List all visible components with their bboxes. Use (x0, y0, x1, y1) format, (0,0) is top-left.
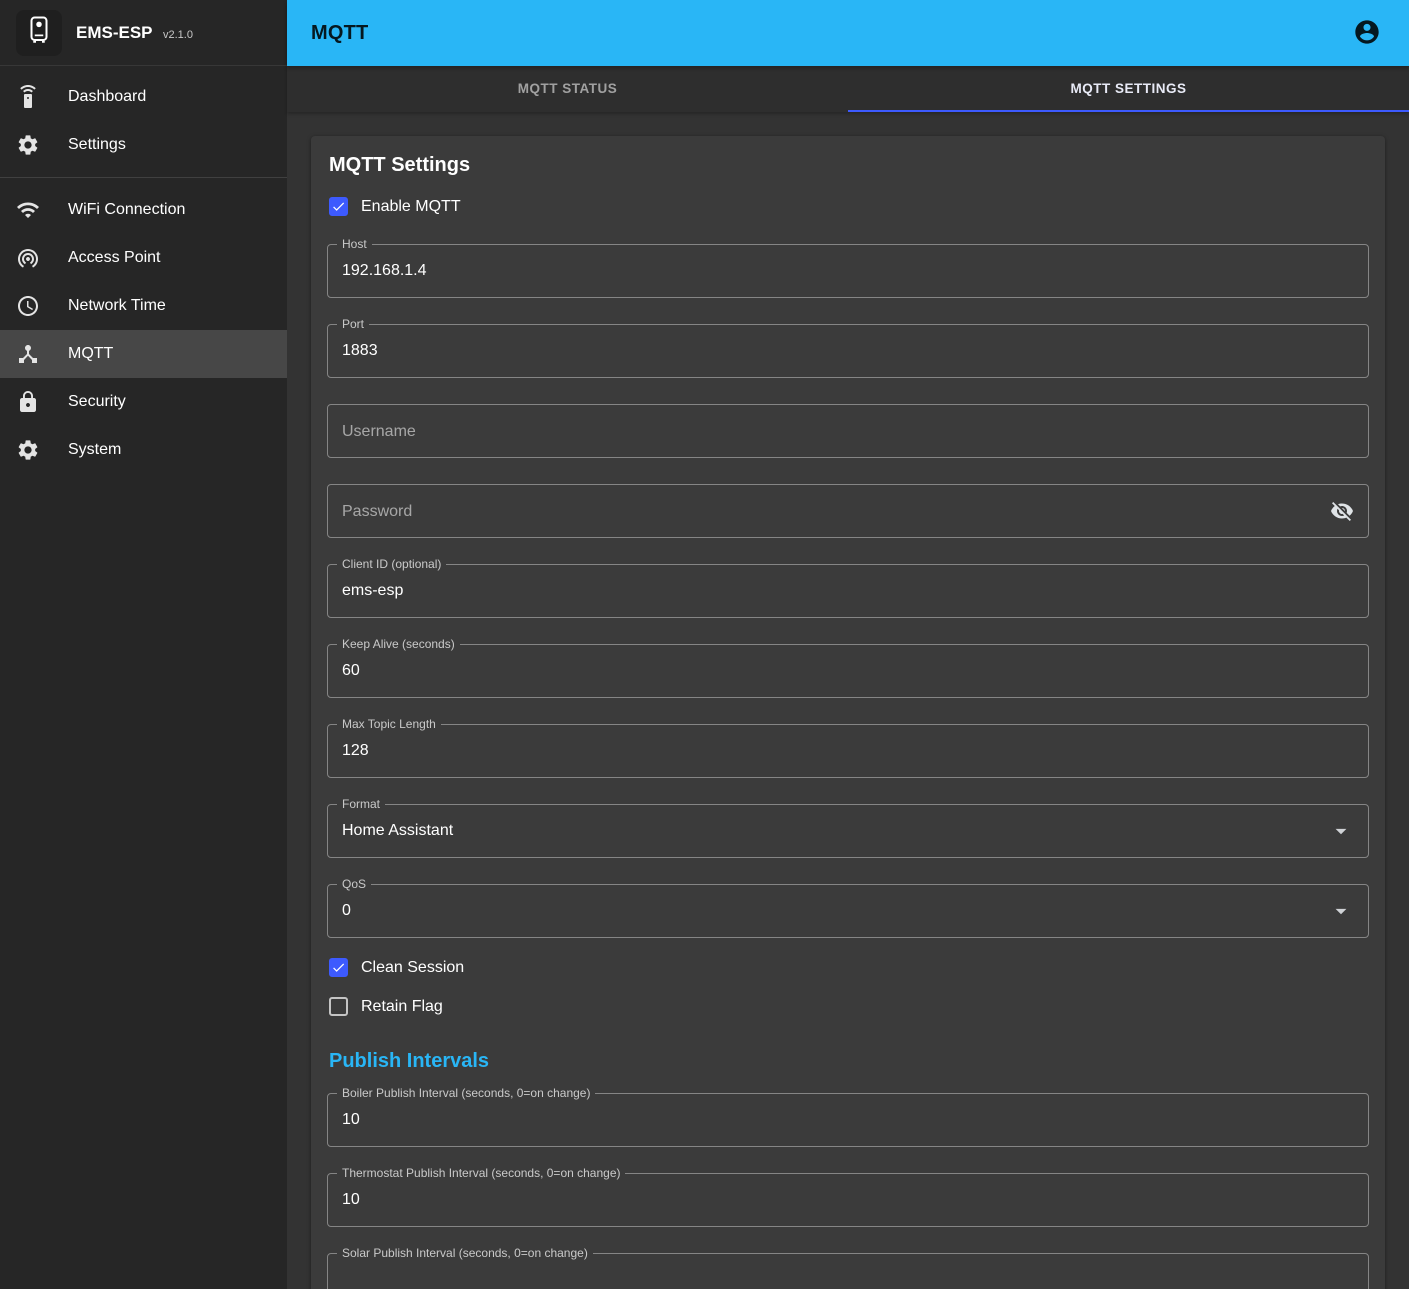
remote-icon (16, 85, 40, 109)
account-button[interactable] (1347, 13, 1387, 53)
device-hub-icon (16, 342, 40, 366)
sidebar-divider (0, 177, 287, 178)
checkbox-label: Enable MQTT (361, 198, 461, 216)
host-field[interactable]: Host 192.168.1.4 (327, 244, 1369, 298)
field-placeholder: Username (342, 424, 416, 439)
dropdown-arrow-icon (1328, 898, 1354, 924)
tab-mqtt-settings[interactable]: MQTT SETTINGS (848, 66, 1409, 112)
field-value: 192.168.1.4 (342, 262, 427, 280)
qos-select[interactable]: QoS 0 (327, 884, 1369, 938)
thermostat-publish-interval-field[interactable]: Thermostat Publish Interval (seconds, 0=… (327, 1173, 1369, 1227)
clock-icon (16, 294, 40, 318)
boiler-publish-interval-field[interactable]: Boiler Publish Interval (seconds, 0=on c… (327, 1093, 1369, 1147)
sidebar-item-settings[interactable]: Settings (0, 121, 287, 169)
keep-alive-field[interactable]: Keep Alive (seconds) 60 (327, 644, 1369, 698)
dropdown-arrow-icon (1328, 818, 1354, 844)
field-label: Keep Alive (seconds) (337, 637, 460, 652)
field-value: Home Assistant (342, 822, 453, 840)
publish-intervals-heading: Publish Intervals (329, 1050, 1369, 1073)
app-version: v2.1.0 (163, 29, 193, 41)
appbar: MQTT (287, 0, 1409, 66)
sidebar-item-network-time[interactable]: Network Time (0, 282, 287, 330)
field-label: Client ID (optional) (337, 557, 446, 572)
tab-mqtt-status[interactable]: MQTT STATUS (287, 66, 848, 112)
main-area: MQTT MQTT STATUS MQTT SETTINGS MQTT Sett… (287, 0, 1409, 1289)
field-value: 10 (342, 1191, 360, 1209)
sidebar-primary-list: Dashboard Settings (0, 66, 287, 176)
sidebar-item-dashboard[interactable]: Dashboard (0, 73, 287, 121)
field-value: ems-esp (342, 582, 403, 600)
visibility-off-icon[interactable] (1330, 499, 1354, 523)
field-value: 1883 (342, 342, 378, 360)
field-placeholder: Password (342, 504, 412, 519)
check-icon (329, 997, 348, 1016)
field-value: 10 (342, 1111, 360, 1129)
field-value: 0 (342, 902, 351, 920)
tabbar: MQTT STATUS MQTT SETTINGS (287, 66, 1409, 112)
field-value: 128 (342, 742, 369, 760)
checkbox-label: Retain Flag (361, 998, 443, 1016)
wifi-icon (16, 198, 40, 222)
sidebar-item-security[interactable]: Security (0, 378, 287, 426)
check-icon (329, 958, 348, 977)
checkbox-label: Clean Session (361, 959, 464, 977)
password-field[interactable]: Password (327, 484, 1369, 538)
gear-icon (16, 438, 40, 462)
format-select[interactable]: Format Home Assistant (327, 804, 1369, 858)
sidebar: EMS-ESP v2.1.0 Dashboard Settings (0, 0, 287, 1289)
content-area: MQTT Settings Enable MQTT Host 192.168.1… (287, 112, 1409, 1289)
port-field[interactable]: Port 1883 (327, 324, 1369, 378)
sidebar-item-label: Access Point (68, 249, 160, 267)
field-label: Host (337, 237, 372, 252)
field-label: Format (337, 797, 385, 812)
app-title-group: EMS-ESP v2.1.0 (76, 23, 193, 43)
retain-flag-checkbox[interactable]: Retain Flag (327, 989, 445, 1024)
field-label: Thermostat Publish Interval (seconds, 0=… (337, 1166, 625, 1181)
sidebar-item-label: Dashboard (68, 88, 146, 106)
account-circle-icon (1353, 18, 1381, 49)
ems-esp-app: EMS-ESP v2.1.0 Dashboard Settings (0, 0, 1409, 1289)
field-label: Max Topic Length (337, 717, 441, 732)
sidebar-item-label: Settings (68, 136, 126, 154)
username-field[interactable]: Username (327, 404, 1369, 458)
boiler-icon (24, 15, 54, 50)
card-title: MQTT Settings (329, 154, 1369, 177)
field-value: 60 (342, 662, 360, 680)
gear-icon (16, 133, 40, 157)
enable-mqtt-checkbox[interactable]: Enable MQTT (327, 189, 463, 224)
sidebar-item-access-point[interactable]: Access Point (0, 234, 287, 282)
check-icon (329, 197, 348, 216)
wifi-tethering-icon (16, 246, 40, 270)
sidebar-item-system[interactable]: System (0, 426, 287, 474)
client-id-field[interactable]: Client ID (optional) ems-esp (327, 564, 1369, 618)
sidebar-secondary-list: WiFi Connection Access Point Network Tim… (0, 179, 287, 481)
clean-session-checkbox[interactable]: Clean Session (327, 950, 466, 985)
sidebar-item-label: System (68, 441, 121, 459)
app-title: EMS-ESP (76, 23, 153, 42)
sidebar-item-mqtt[interactable]: MQTT (0, 330, 287, 378)
lock-icon (16, 390, 40, 414)
max-topic-length-field[interactable]: Max Topic Length 128 (327, 724, 1369, 778)
field-label: Boiler Publish Interval (seconds, 0=on c… (337, 1086, 595, 1101)
sidebar-item-label: MQTT (68, 345, 113, 363)
sidebar-item-label: WiFi Connection (68, 201, 185, 219)
page-title: MQTT (311, 22, 368, 45)
sidebar-item-wifi-connection[interactable]: WiFi Connection (0, 186, 287, 234)
field-label: QoS (337, 877, 371, 892)
app-logo (16, 10, 62, 56)
solar-publish-interval-field[interactable]: Solar Publish Interval (seconds, 0=on ch… (327, 1253, 1369, 1289)
mqtt-settings-card: MQTT Settings Enable MQTT Host 192.168.1… (311, 136, 1385, 1289)
sidebar-header: EMS-ESP v2.1.0 (0, 0, 287, 66)
sidebar-item-label: Security (68, 393, 126, 411)
field-label: Port (337, 317, 369, 332)
sidebar-item-label: Network Time (68, 297, 166, 315)
field-label: Solar Publish Interval (seconds, 0=on ch… (337, 1246, 593, 1261)
